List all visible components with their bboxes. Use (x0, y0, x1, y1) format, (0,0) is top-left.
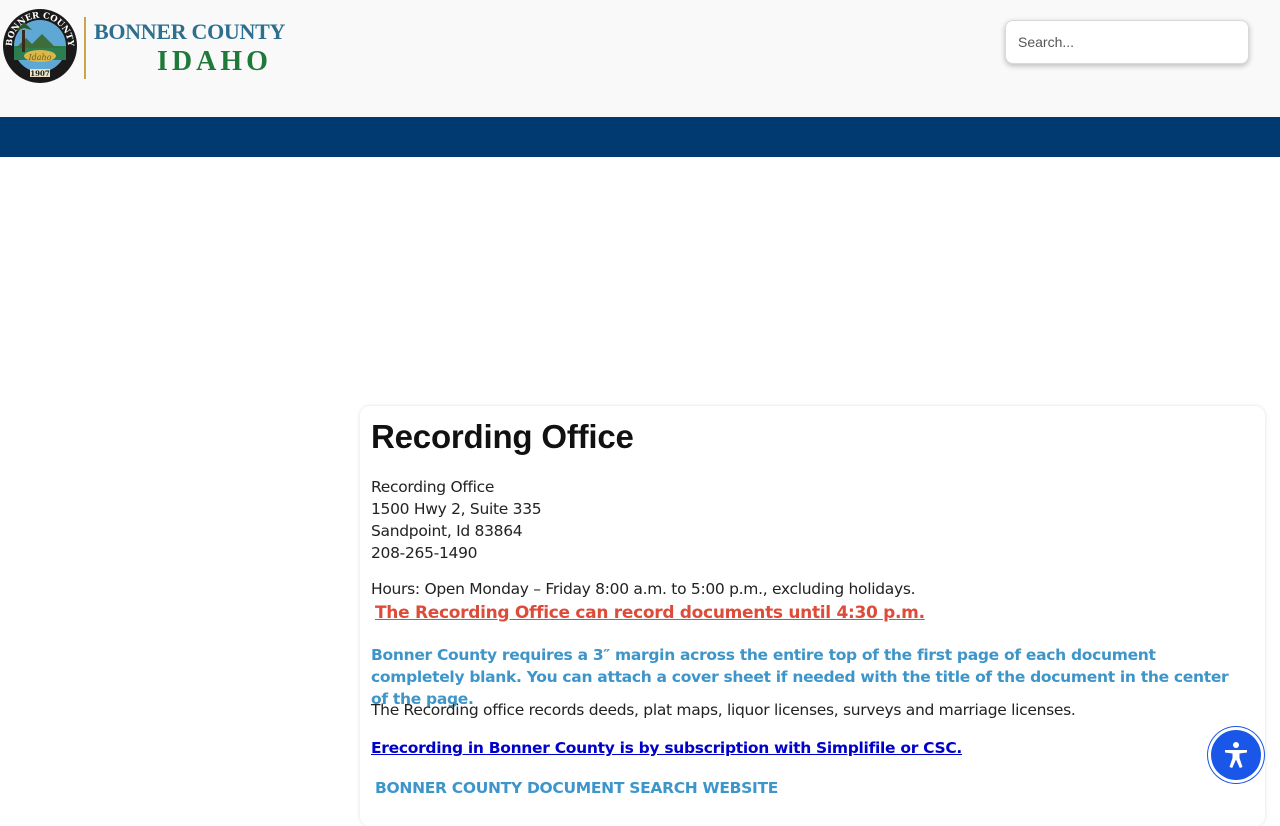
address-city: Sandpoint, Id 83864 (371, 522, 523, 540)
county-logo[interactable]: Idaho 1907 BONNER COUNTY BONNER COUNTY I… (0, 4, 290, 86)
main-navigation-bar (0, 117, 1280, 157)
document-search-link[interactable]: BONNER COUNTY DOCUMENT SEARCH WEBSITE (375, 779, 778, 797)
office-hours: Hours: Open Monday – Friday 8:00 a.m. to… (371, 580, 916, 598)
site-header: Idaho 1907 BONNER COUNTY BONNER COUNTY I… (0, 0, 1280, 117)
address-phone: 208-265-1490 (371, 544, 478, 562)
county-seal-icon: Idaho 1907 BONNER COUNTY (3, 9, 77, 83)
recording-deadline-link[interactable]: The Recording Office can record document… (375, 603, 925, 623)
svg-text:Idaho: Idaho (27, 53, 51, 62)
accessibility-button[interactable] (1211, 730, 1261, 780)
erecording-link[interactable]: Erecording in Bonner County is by subscr… (371, 739, 962, 757)
address-office-name: Recording Office (371, 478, 495, 496)
logo-state-name: IDAHO (157, 46, 272, 77)
accessibility-person-icon (1225, 742, 1247, 768)
search-input[interactable] (1005, 20, 1249, 64)
logo-county-name: BONNER COUNTY (94, 19, 286, 44)
office-address: Recording Office 1500 Hwy 2, Suite 335 S… (371, 476, 542, 564)
records-description: The Recording office records deeds, plat… (371, 701, 1076, 719)
svg-text:1907: 1907 (30, 69, 50, 78)
address-street: 1500 Hwy 2, Suite 335 (371, 500, 542, 518)
page-title: Recording Office (371, 418, 634, 455)
logo-divider (84, 17, 86, 79)
